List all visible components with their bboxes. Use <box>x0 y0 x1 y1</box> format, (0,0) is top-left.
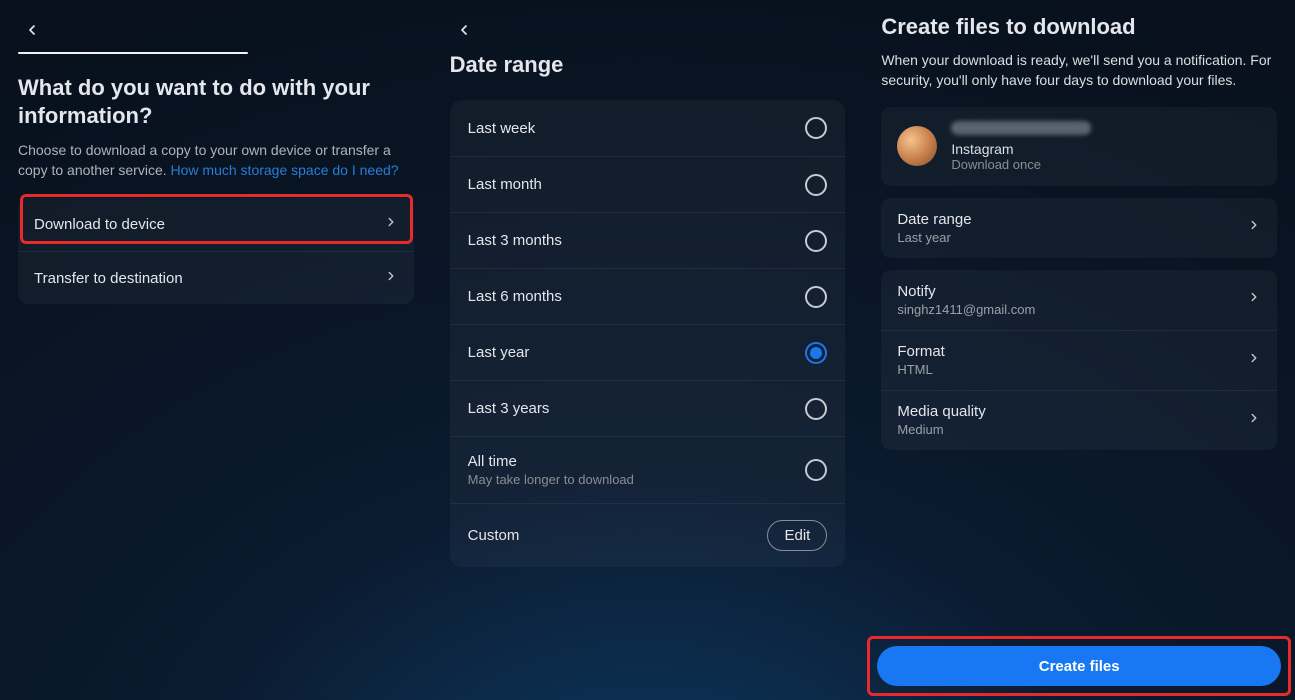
range-last-3-years[interactable]: Last 3 years <box>450 380 846 436</box>
range-last-week[interactable]: Last week <box>450 100 846 156</box>
range-label: All time <box>468 453 634 470</box>
option-transfer-to-destination[interactable]: Transfer to destination <box>18 251 414 304</box>
range-last-year[interactable]: Last year <box>450 324 846 380</box>
avatar <box>897 126 937 166</box>
back-button[interactable] <box>18 16 46 44</box>
range-all-time[interactable]: All time May take longer to download <box>450 436 846 503</box>
chevron-right-icon <box>1247 351 1261 370</box>
range-last-3-months[interactable]: Last 3 months <box>450 212 846 268</box>
range-label: Last week <box>468 120 536 137</box>
panel-title: What do you want to do with your informa… <box>18 74 414 129</box>
setting-value: HTML <box>897 362 945 377</box>
range-label: Last 3 years <box>468 400 550 417</box>
range-custom[interactable]: Custom Edit <box>450 503 846 567</box>
setting-value: Medium <box>897 422 985 437</box>
radio-icon <box>805 459 827 481</box>
setting-format[interactable]: Format HTML <box>881 330 1277 390</box>
chevron-left-icon <box>456 22 472 38</box>
radio-icon <box>805 286 827 308</box>
panel-date-range: Date range Last week Last month Last 3 m… <box>432 0 864 700</box>
account-sub: Download once <box>951 157 1091 172</box>
setting-media-quality[interactable]: Media quality Medium <box>881 390 1277 450</box>
progress-underline <box>18 52 248 54</box>
setting-value: Last year <box>897 230 971 245</box>
panel-title: Date range <box>450 52 846 78</box>
options-card: Download to device Transfer to destinati… <box>18 198 414 304</box>
chevron-left-icon <box>24 22 40 38</box>
option-label: Transfer to destination <box>34 270 183 287</box>
chevron-right-icon <box>384 215 398 234</box>
account-service: Instagram <box>951 141 1091 157</box>
chevron-right-icon <box>1247 290 1261 309</box>
range-label: Custom <box>468 527 520 544</box>
option-download-to-device[interactable]: Download to device <box>18 198 414 251</box>
setting-value: singhz1411@gmail.com <box>897 302 1035 317</box>
option-label: Download to device <box>34 216 165 233</box>
panel-subtext: When your download is ready, we'll send … <box>881 50 1277 91</box>
storage-help-link[interactable]: How much storage space do I need? <box>171 162 399 178</box>
range-label: Last 6 months <box>468 288 562 305</box>
setting-title: Format <box>897 343 945 360</box>
setting-title: Media quality <box>897 403 985 420</box>
back-button[interactable] <box>450 16 478 44</box>
setting-title: Notify <box>897 283 1035 300</box>
radio-icon <box>805 398 827 420</box>
radio-icon <box>805 230 827 252</box>
panel-create-files: Create files to download When your downl… <box>863 0 1295 700</box>
chevron-right-icon <box>1247 218 1261 237</box>
account-group: Instagram Download once <box>881 107 1277 186</box>
range-label: Last month <box>468 176 542 193</box>
create-files-button[interactable]: Create files <box>877 646 1281 686</box>
radio-selected-icon <box>805 342 827 364</box>
range-sublabel: May take longer to download <box>468 472 634 487</box>
panel-subtext: Choose to download a copy to your own de… <box>18 141 414 180</box>
account-name-redacted <box>951 121 1091 135</box>
range-label: Last 3 months <box>468 232 562 249</box>
range-label: Last year <box>468 344 530 361</box>
account-row[interactable]: Instagram Download once <box>881 107 1277 186</box>
date-range-group: Date range Last year <box>881 198 1277 258</box>
radio-icon <box>805 174 827 196</box>
custom-edit-button[interactable]: Edit <box>767 520 827 551</box>
setting-date-range[interactable]: Date range Last year <box>881 198 1277 258</box>
chevron-right-icon <box>384 269 398 288</box>
panel-title: Create files to download <box>881 14 1277 40</box>
range-last-month[interactable]: Last month <box>450 156 846 212</box>
radio-icon <box>805 117 827 139</box>
setting-notify[interactable]: Notify singhz1411@gmail.com <box>881 270 1277 330</box>
range-last-6-months[interactable]: Last 6 months <box>450 268 846 324</box>
chevron-right-icon <box>1247 411 1261 430</box>
panel-what-to-do: What do you want to do with your informa… <box>0 0 432 700</box>
settings-group: Notify singhz1411@gmail.com Format HTML … <box>881 270 1277 450</box>
setting-title: Date range <box>897 211 971 228</box>
date-range-card: Last week Last month Last 3 months Last … <box>450 100 846 567</box>
